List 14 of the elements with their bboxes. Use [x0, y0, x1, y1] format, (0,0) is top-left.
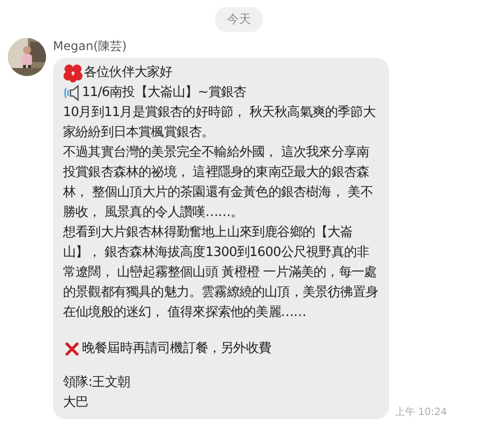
message-text: 不過其實台灣的美景完全不輸給外國， 這次我來分享南投賞銀杏森林的祕境， 這裡隱身的東南亞最大的銀杏森林， 整個山頂大片的茶園還有金黃色的銀杏樹海， 美不勝收， 風景真的令人讚嘆……。 [63, 144, 374, 222]
message-text: 11/6南投【大崙山】~賞銀杏 [82, 84, 246, 102]
date-chip: 今天 [215, 7, 263, 32]
message-text: 10月到11月是賞銀杏的好時節， 秋天秋高氣爽的季節大家紛紛到日本賞楓賞銀杏。 [63, 104, 376, 142]
cross-icon [63, 340, 81, 358]
message-text: 晚餐屆時再請司機訂餐，另外收費 [82, 340, 272, 358]
flower-icon [63, 63, 83, 83]
sender-name: Megan(陳芸) [53, 38, 128, 55]
message-text: 各位伙伴大家好 [84, 64, 172, 82]
message-text: 領隊:王文朝 [63, 374, 130, 392]
message-text: 想看到大片銀杏林得勤奮地上山來到鹿谷鄉的【大崙山】， 銀杏森林海拔高度1300到1600公尺視野真的非常遼闊， 山巒起霧整個山頭 黃橙橙 一片滿美的，每一處的景觀都有獨具的魅力。雲霧繚繞的山頂，美景彷彿置身在仙境般的迷幻， 值得來探索他的美麗…… [63, 224, 380, 322]
message-time: 上午 10:24 [395, 406, 447, 419]
message-text: 大巴 [63, 394, 88, 412]
speaker-icon [63, 84, 81, 102]
